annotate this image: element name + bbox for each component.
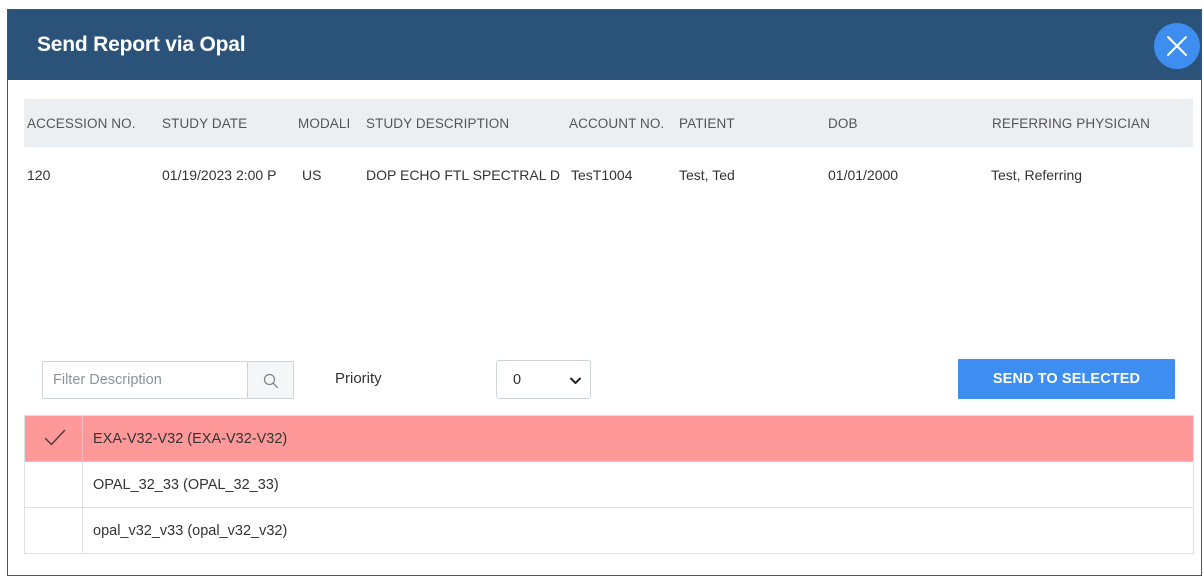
dialog-header: Send Report via Opal (8, 10, 1201, 80)
cell-study-description: DOP ECHO FTL SPECTRAL D (366, 167, 560, 183)
destination-label: opal_v32_v33 (opal_v32_v32) (93, 523, 288, 539)
cell-accession-no: 120 (27, 167, 51, 183)
column-header-study-description[interactable]: STUDY DESCRIPTION (366, 116, 566, 131)
filter-search-button[interactable] (247, 361, 294, 399)
list-item[interactable]: OPAL_32_33 (OPAL_32_33) (25, 462, 1193, 508)
destination-label: EXA-V32-V32 (EXA-V32-V32) (93, 431, 288, 447)
cell-referring-physician: Test, Referring (991, 167, 1083, 183)
checkmark-icon (44, 429, 66, 446)
cell-study-date: 01/19/2023 2:00 P (162, 167, 277, 183)
column-header-accession[interactable]: ACCESSION NO. (27, 116, 162, 131)
row-selector[interactable] (25, 508, 83, 554)
filter-description-box (42, 361, 247, 399)
chevron-down-icon (570, 377, 581, 384)
cell-modality: US (302, 167, 322, 183)
destination-label: OPAL_32_33 (OPAL_32_33) (93, 477, 279, 493)
filter-description-input[interactable] (43, 362, 247, 398)
search-icon (263, 373, 279, 389)
close-button[interactable] (1154, 23, 1200, 69)
send-to-selected-button[interactable]: SEND TO SELECTED (958, 359, 1175, 399)
list-item[interactable]: opal_v32_v33 (opal_v32_v32) (25, 508, 1193, 554)
list-item[interactable]: EXA-V32-V32 (EXA-V32-V32) (25, 416, 1193, 462)
row-selector[interactable] (25, 416, 83, 461)
cell-dob: 01/01/2000 (828, 167, 899, 183)
cell-patient: Test, Ted (679, 167, 735, 183)
column-header-patient[interactable]: PATIENT (679, 116, 799, 131)
row-selector[interactable] (25, 462, 83, 507)
destination-list: EXA-V32-V32 (EXA-V32-V32) OPAL_32_33 (OP… (24, 415, 1194, 554)
column-header-referring-physician[interactable]: REFERRING PHYSICIAN (992, 116, 1192, 131)
priority-label: Priority (335, 370, 382, 387)
dialog-title: Send Report via Opal (37, 33, 246, 56)
column-header-account-no[interactable]: ACCOUNT NO. (569, 116, 681, 131)
column-header-study-date[interactable]: STUDY DATE (162, 116, 295, 131)
cell-account-no: TesT1004 (571, 167, 633, 183)
grid-header: ACCESSION NO. STUDY DATE MODALI STUDY DE… (24, 99, 1193, 147)
priority-select[interactable]: 0 (496, 360, 591, 399)
send-report-dialog: Send Report via Opal ACCESSION NO. STUDY… (7, 9, 1202, 576)
priority-selected-value: 0 (513, 372, 522, 388)
close-icon (1167, 36, 1187, 56)
column-header-modality[interactable]: MODALI (298, 116, 362, 131)
column-header-dob[interactable]: DOB (828, 116, 948, 131)
